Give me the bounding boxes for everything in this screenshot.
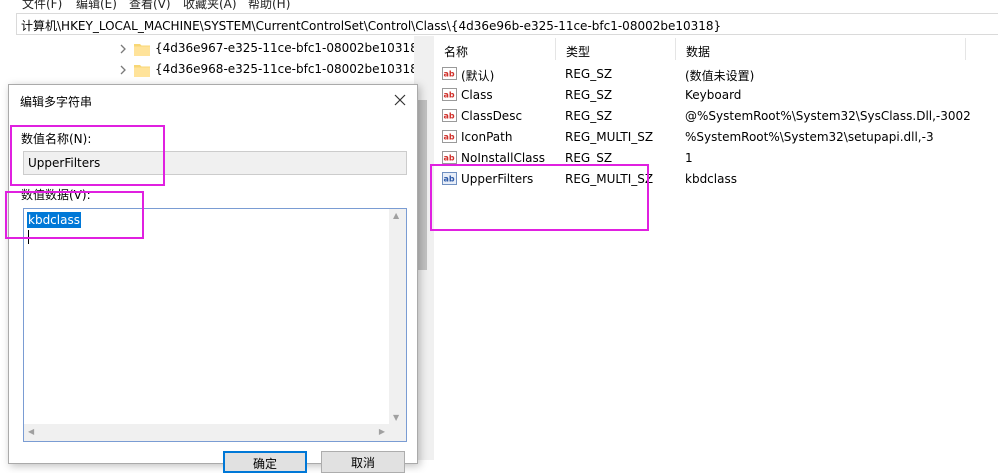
vertical-scrollbar[interactable]: ▲ ▼	[389, 209, 406, 424]
column-header-data[interactable]: 数据	[676, 36, 966, 62]
tree-node[interactable]: {4d36e967-e325-11ce-bfc1-08002be10318}	[118, 39, 425, 59]
value-data: @%SystemRoot%\System32\SysClass.Dll,-300…	[685, 109, 971, 123]
annotation-box-data	[5, 191, 144, 239]
value-type: REG_SZ	[565, 109, 613, 123]
value-type: REG_SZ	[565, 88, 613, 102]
chevron-right-icon[interactable]	[118, 64, 128, 76]
values-list: 名称 类型 数据 ab (默认) REG_SZ (数值未设置) ab Class…	[434, 36, 998, 460]
string-value-icon: ab	[442, 88, 457, 101]
tree-node[interactable]: {4d36e968-e325-11ce-bfc1-08002be10318}	[118, 60, 425, 80]
value-row[interactable]: ab IconPath REG_MULTI_SZ %SystemRoot%\Sy…	[434, 127, 998, 148]
address-bar[interactable]: 计算机\HKEY_LOCAL_MACHINE\SYSTEM\CurrentCon…	[16, 13, 998, 35]
value-data: 1	[685, 151, 693, 165]
cancel-button-label: 取消	[350, 456, 375, 470]
value-name: ClassDesc	[461, 109, 523, 123]
svg-text:ab: ab	[444, 91, 455, 100]
value-type: REG_SZ	[565, 67, 613, 81]
scroll-down-icon[interactable]: ▼	[393, 413, 399, 422]
scroll-up-icon[interactable]: ▲	[393, 211, 399, 220]
svg-text:ab: ab	[444, 70, 455, 79]
svg-text:ab: ab	[444, 133, 455, 142]
ok-button-label: 确定	[252, 457, 277, 471]
folder-icon	[134, 44, 150, 56]
horizontal-scrollbar[interactable]: ◀ ▶	[24, 424, 389, 441]
annotation-box-name	[10, 125, 165, 186]
folder-icon	[134, 65, 150, 77]
column-header-name[interactable]: 名称	[434, 36, 556, 62]
string-value-icon: ab	[442, 151, 457, 164]
scrollbar-corner	[389, 424, 406, 441]
column-header-type[interactable]: 类型	[556, 36, 676, 62]
column-header-label: 名称	[444, 45, 469, 59]
value-data-textarea[interactable]: kbdclass ▲ ▼ ◀ ▶	[23, 208, 407, 442]
value-row[interactable]: ab (默认) REG_SZ (数值未设置)	[434, 64, 998, 85]
value-row[interactable]: ab ClassDesc REG_SZ @%SystemRoot%\System…	[434, 106, 998, 127]
value-data: kbdclass	[685, 172, 737, 186]
menu-bar: 文件(F) 编辑(E) 查看(V) 收藏夹(A) 帮助(H)	[0, 0, 998, 12]
menu-edit[interactable]: 编辑(E)	[76, 0, 117, 12]
value-type: REG_SZ	[565, 151, 613, 165]
cancel-button[interactable]: 取消	[321, 451, 405, 473]
close-icon[interactable]	[389, 89, 411, 111]
value-name: Class	[461, 88, 493, 102]
value-data: %SystemRoot%\System32\setupapi.dll,-3	[685, 130, 934, 144]
tree-node-label: {4d36e968-e325-11ce-bfc1-08002be10318}	[155, 62, 426, 76]
svg-text:ab: ab	[444, 154, 455, 163]
address-path: 计算机\HKEY_LOCAL_MACHINE\SYSTEM\CurrentCon…	[21, 19, 722, 33]
value-data: Keyboard	[685, 88, 742, 102]
ok-button[interactable]: 确定	[223, 451, 307, 473]
scroll-left-icon[interactable]: ◀	[28, 427, 34, 436]
value-name: NoInstallClass	[461, 151, 546, 165]
annotation-box-upperfilters	[430, 164, 649, 231]
column-header-label: 数据	[686, 45, 711, 59]
tree-node-label: {4d36e967-e325-11ce-bfc1-08002be10318}	[155, 41, 426, 55]
value-name: IconPath	[461, 130, 513, 144]
svg-text:ab: ab	[444, 112, 455, 121]
column-header-label: 类型	[566, 45, 591, 59]
scroll-right-icon[interactable]: ▶	[379, 427, 385, 436]
value-row[interactable]: ab Class REG_SZ Keyboard	[434, 85, 998, 106]
menu-view[interactable]: 查看(V)	[129, 0, 171, 12]
menu-favorites[interactable]: 收藏夹(A)	[183, 0, 237, 12]
dialog-title: 编辑多字符串	[20, 95, 93, 109]
menu-help[interactable]: 帮助(H)	[248, 0, 290, 12]
value-name: (默认)	[461, 69, 495, 83]
scrollbar-thumb[interactable]	[417, 100, 427, 270]
string-value-icon: ab	[442, 130, 457, 143]
menu-file[interactable]: 文件(F)	[22, 0, 62, 12]
string-value-icon: ab	[442, 109, 457, 122]
value-data: (数值未设置)	[685, 69, 755, 83]
string-value-icon: ab	[442, 67, 457, 80]
chevron-right-icon[interactable]	[118, 43, 128, 55]
value-type: REG_MULTI_SZ	[565, 130, 654, 144]
